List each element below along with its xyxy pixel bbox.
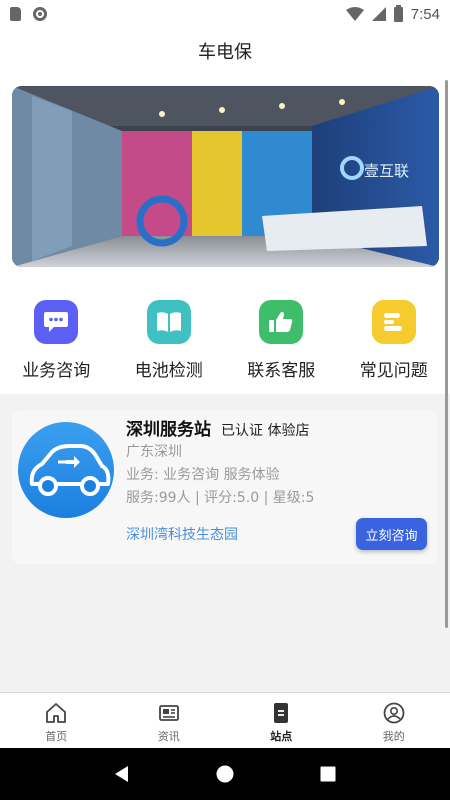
page-title: 车电保 — [0, 28, 450, 74]
battery-icon — [393, 4, 403, 22]
station-region: 广东深圳 — [126, 444, 182, 460]
home-icon — [46, 703, 67, 723]
recents-icon[interactable] — [318, 764, 338, 784]
news-icon — [158, 705, 179, 721]
profile-icon — [383, 702, 405, 724]
chat-bubble-icon — [34, 300, 79, 344]
quick-item-battery-check[interactable]: 电池检测 — [113, 278, 225, 381]
status-bar: 7:54 — [0, 0, 450, 28]
tab-station[interactable]: 站点 — [225, 693, 338, 748]
tab-label: 我的 — [382, 730, 405, 743]
banner-sign-text: 壹互联 — [364, 162, 409, 180]
banner-area: 壹互联 — [0, 74, 450, 278]
tab-label: 资讯 — [157, 730, 180, 743]
list-icon — [371, 300, 416, 344]
station-title-row: 深圳服务站 已认证 体验店 — [126, 415, 309, 440]
tab-home[interactable]: 首页 — [0, 693, 113, 748]
quick-item-business-consult[interactable]: 业务咨询 — [0, 278, 112, 381]
tab-news[interactable]: 资讯 — [113, 693, 226, 748]
station-address-link[interactable]: 深圳湾科技生态园 — [126, 524, 238, 544]
quick-item-faq[interactable]: 常见问题 — [338, 278, 450, 381]
station-icon — [274, 703, 289, 723]
tab-profile[interactable]: 我的 — [338, 693, 450, 748]
quick-label: 常见问题 — [359, 361, 428, 381]
home-circle-icon[interactable] — [215, 764, 235, 784]
signal-icon — [371, 7, 386, 21]
quick-label: 电池检测 — [134, 361, 203, 381]
system-nav-bar — [0, 748, 450, 800]
sd-card-icon — [10, 7, 21, 21]
record-icon — [33, 7, 47, 21]
back-icon[interactable] — [112, 764, 132, 784]
station-name: 深圳服务站 — [126, 420, 211, 440]
quick-label: 联系客服 — [247, 361, 316, 381]
station-stats: 服务:99人 | 评分:5.0 | 星级:5 — [126, 490, 315, 506]
status-time: 7:54 — [410, 5, 440, 23]
tab-label: 站点 — [270, 730, 293, 743]
station-tags: 已认证 体验店 — [221, 423, 310, 439]
quick-label: 业务咨询 — [22, 361, 91, 381]
tab-label: 首页 — [45, 730, 68, 743]
wifi-icon — [345, 7, 364, 21]
station-card[interactable]: 深圳服务站 已认证 体验店 广东深圳 业务: 业务咨询 服务体验 服务:99人 … — [12, 410, 438, 564]
station-business: 业务: 业务咨询 服务体验 — [126, 467, 280, 483]
quick-item-customer-service[interactable]: 联系客服 — [225, 278, 337, 381]
banner-image[interactable]: 壹互联 — [12, 86, 439, 267]
station-avatar — [18, 422, 114, 518]
book-icon — [146, 300, 191, 344]
consult-now-button[interactable]: 立刻咨询 — [356, 518, 427, 550]
electric-car-icon — [29, 444, 111, 496]
bottom-tab-bar: 首页 资讯 站点 我的 — [0, 692, 450, 748]
quick-menu: 业务咨询 电池检测 联系客服 常见问题 — [0, 278, 450, 394]
thumbs-up-icon — [259, 300, 304, 344]
scrollbar[interactable] — [445, 80, 448, 628]
